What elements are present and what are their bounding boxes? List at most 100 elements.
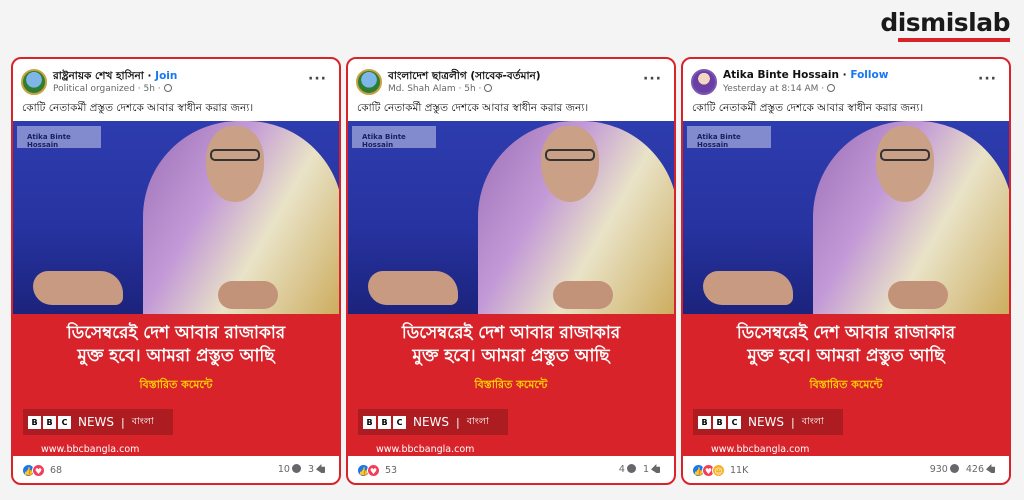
portrait-hand: [703, 271, 793, 305]
details-in-comments: বিস্তারিত কমেন্টে: [809, 378, 883, 391]
facebook-post-3: Atika Binte Hossain · Follow Yesterday a…: [681, 57, 1011, 485]
portrait-glasses: [880, 149, 930, 161]
portrait-hand: [888, 281, 948, 309]
details-in-comments: বিস্তারিত কমেন্টে: [474, 378, 548, 391]
reaction-count: 11K: [730, 465, 749, 476]
author-name[interactable]: বাংলাদেশ ছাত্রলীগ (সাবেক-বর্তমান): [388, 70, 541, 82]
comment-icon: [626, 464, 636, 473]
portrait-face: [541, 126, 599, 202]
dismislab-logo: dismislab: [880, 8, 1010, 37]
portrait-glasses: [545, 149, 595, 161]
headline-line-1: ডিসেম্বরেই দেশ আবার রাজাকার: [736, 323, 956, 343]
comment-count[interactable]: 4: [619, 464, 625, 475]
portrait-glasses: [210, 149, 260, 161]
post-header: রাষ্ট্রনায়ক শেখ হাসিনা · Join Political…: [13, 59, 339, 98]
engagement-stats: 4 1: [619, 464, 664, 475]
image-watermark: Atika Binte Hossain: [352, 126, 436, 149]
news-label: NEWS: [413, 415, 450, 429]
comment-icon: [291, 464, 301, 473]
more-options-icon[interactable]: ···: [308, 71, 327, 87]
facebook-post-2: বাংলাদেশ ছাত্রলীগ (সাবেক-বর্তমান) Md. Sh…: [346, 57, 676, 485]
reactions[interactable]: 👍 ♥ 68: [22, 464, 62, 477]
post-comparison: রাষ্ট্রনায়ক শেখ হাসিনা · Join Political…: [11, 57, 1011, 485]
comment-count[interactable]: 930: [930, 464, 948, 475]
portrait-face: [206, 126, 264, 202]
post-subtext: Political organized · 5h ·: [53, 84, 161, 94]
engagement-stats: 10 3: [278, 464, 329, 475]
portrait-hand: [368, 271, 458, 305]
author-name[interactable]: Atika Binte Hossain: [723, 69, 839, 81]
share-icon: [316, 464, 325, 473]
news-label: NEWS: [78, 415, 115, 429]
headline: ডিসেম্বরেই দেশ আবার রাজাকার মুক্ত হবে। আ…: [348, 322, 674, 368]
source-url: www.bbcbangla.com: [376, 444, 475, 455]
headline-line-2: মুক্ত হবে। আমরা প্রস্তুত আছি: [412, 346, 610, 366]
reaction-count: 68: [50, 465, 63, 476]
avatar[interactable]: [21, 69, 47, 95]
logo-underline: [898, 38, 1010, 42]
post-caption: কোটি নেতাকর্মী প্রস্তুত দেশকে আবার স্বাধ…: [357, 102, 589, 114]
share-icon: [651, 464, 660, 473]
share-icon: [986, 464, 995, 473]
source-url: www.bbcbangla.com: [41, 444, 140, 455]
headline: ডিসেম্বরেই দেশ আবার রাজাকার মুক্ত হবে। আ…: [13, 322, 339, 368]
post-footer: 👍 ♥ 68 10 3: [13, 457, 339, 483]
news-card-panel: ডিসেম্বরেই দেশ আবার রাজাকার মুক্ত হবে। আ…: [13, 314, 339, 456]
globe-icon: [484, 84, 493, 92]
bangla-label: বাংলা: [466, 415, 489, 427]
comment-icon: [949, 464, 959, 473]
comment-count[interactable]: 10: [278, 464, 290, 475]
share-count[interactable]: 3: [308, 464, 314, 475]
news-card-panel: ডিসেম্বরেই দেশ আবার রাজাকার মুক্ত হবে। আ…: [683, 314, 1009, 456]
facebook-post-1: রাষ্ট্রনায়ক শেখ হাসিনা · Join Political…: [11, 57, 341, 485]
post-header: বাংলাদেশ ছাত্রলীগ (সাবেক-বর্তমান) Md. Sh…: [348, 59, 674, 98]
follow-button[interactable]: Follow: [850, 69, 888, 81]
share-count[interactable]: 1: [643, 464, 649, 475]
reactions[interactable]: 👍 ♥ 53: [357, 464, 397, 477]
post-header: Atika Binte Hossain · Follow Yesterday a…: [683, 59, 1009, 98]
post-image[interactable]: Atika Binte Hossain: [683, 121, 1009, 314]
author-line: Atika Binte Hossain · Follow: [723, 69, 889, 81]
portrait-hand: [218, 281, 278, 309]
post-footer: 👍 ♥ 53 4 1: [348, 457, 674, 483]
post-caption: কোটি নেতাকর্মী প্রস্তুত দেশকে আবার স্বাধ…: [22, 102, 254, 114]
haha-icon: ☺: [712, 464, 725, 477]
post-image[interactable]: Atika Binte Hossain: [348, 121, 674, 314]
avatar[interactable]: [356, 69, 382, 95]
post-image[interactable]: Atika Binte Hossain: [13, 121, 339, 314]
post-subtext: Yesterday at 8:14 AM ·: [723, 84, 825, 94]
portrait-face: [876, 126, 934, 202]
globe-icon: [827, 84, 836, 92]
bbc-news-bangla-logo: BBC NEWS | বাংলা: [358, 409, 508, 435]
details-in-comments: বিস্তারিত কমেন্টে: [139, 378, 213, 391]
bbc-news-bangla-logo: BBC NEWS | বাংলা: [23, 409, 173, 435]
post-footer: 👍 ♥ ☺ 11K 930 426: [683, 457, 1009, 483]
engagement-stats: 930 426: [930, 464, 999, 475]
headline-line-1: ডিসেম্বরেই দেশ আবার রাজাকার: [401, 323, 621, 343]
bbc-news-bangla-logo: BBC NEWS | বাংলা: [693, 409, 843, 435]
more-options-icon[interactable]: ···: [978, 71, 997, 87]
post-meta: Political organized · 5h ·: [53, 84, 172, 94]
post-subtext: Md. Shah Alam · 5h ·: [388, 84, 482, 94]
portrait-hand: [33, 271, 123, 305]
avatar[interactable]: [691, 69, 717, 95]
join-button[interactable]: Join: [155, 70, 177, 82]
more-options-icon[interactable]: ···: [643, 71, 662, 87]
news-card-panel: ডিসেম্বরেই দেশ আবার রাজাকার মুক্ত হবে। আ…: [348, 314, 674, 456]
author-name[interactable]: রাষ্ট্রনায়ক শেখ হাসিনা: [53, 70, 144, 82]
share-count[interactable]: 426: [966, 464, 984, 475]
love-icon: ♥: [367, 464, 380, 477]
globe-icon: [163, 84, 172, 92]
headline-line-1: ডিসেম্বরেই দেশ আবার রাজাকার: [66, 323, 286, 343]
image-watermark: Atika Binte Hossain: [687, 126, 771, 149]
post-meta: Yesterday at 8:14 AM ·: [723, 84, 836, 94]
bangla-label: বাংলা: [801, 415, 824, 427]
love-icon: ♥: [32, 464, 45, 477]
portrait-hand: [553, 281, 613, 309]
news-label: NEWS: [748, 415, 785, 429]
reactions[interactable]: 👍 ♥ ☺ 11K: [692, 464, 748, 477]
post-caption: কোটি নেতাকর্মী প্রস্তুত দেশকে আবার স্বাধ…: [692, 102, 924, 114]
source-url: www.bbcbangla.com: [711, 444, 810, 455]
bangla-label: বাংলা: [131, 415, 154, 427]
image-watermark: Atika Binte Hossain: [17, 126, 101, 149]
